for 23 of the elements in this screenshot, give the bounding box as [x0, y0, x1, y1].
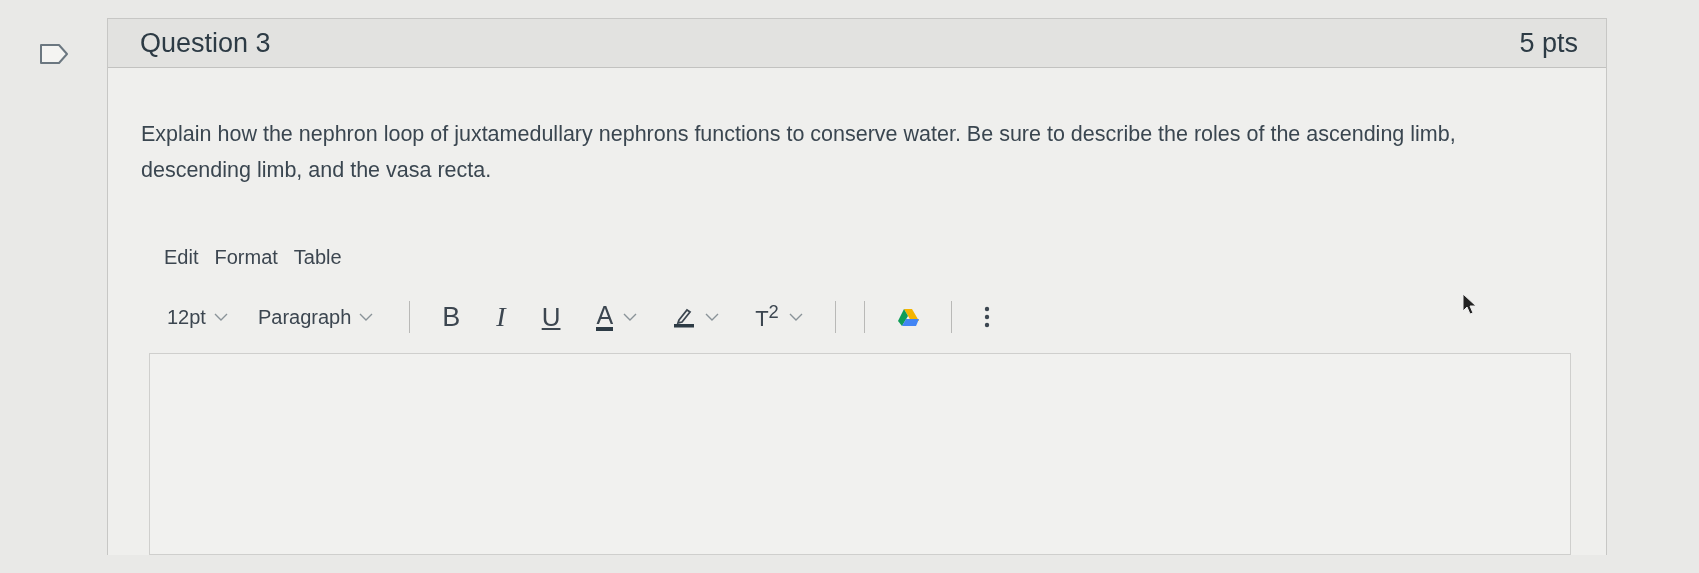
menu-item[interactable]: Edit — [157, 242, 206, 273]
dropdown-button[interactable]: 12pt — [159, 301, 236, 333]
chevron-icon — [213, 313, 228, 321]
question-text: Explain how the nephron loop of juxtamedullary nephrons functions to conserve water. Be sure to describe the roles of the ascending limb, descending limb, and the vasa recta. — [141, 121, 1457, 184]
triangle-logo-icon — [896, 308, 919, 326]
text-color-button[interactable]: A — [588, 301, 646, 333]
menu-item[interactable]: Format — [207, 242, 285, 273]
question-title: Question 3 — [140, 27, 271, 59]
bookmark-icon[interactable] — [38, 43, 69, 65]
dropdown-button[interactable]: Paragraph — [249, 301, 382, 333]
mouse-pointer-icon — [1462, 293, 1478, 315]
bold-button[interactable]: B — [434, 299, 469, 335]
underline-button[interactable]: U — [533, 299, 569, 335]
points-label: 5 pts — [1519, 27, 1578, 59]
highlighter-icon — [673, 306, 696, 328]
chevron-icon — [623, 313, 638, 321]
italic-button[interactable]: I — [488, 299, 514, 335]
chevron-icon — [788, 313, 803, 321]
chevron-icon — [705, 313, 720, 321]
more-icon — [983, 306, 990, 328]
superscript-button[interactable]: T$^{2}$ — [747, 299, 811, 335]
menu-item[interactable]: Table — [286, 242, 349, 273]
chevron-icon — [359, 313, 374, 321]
